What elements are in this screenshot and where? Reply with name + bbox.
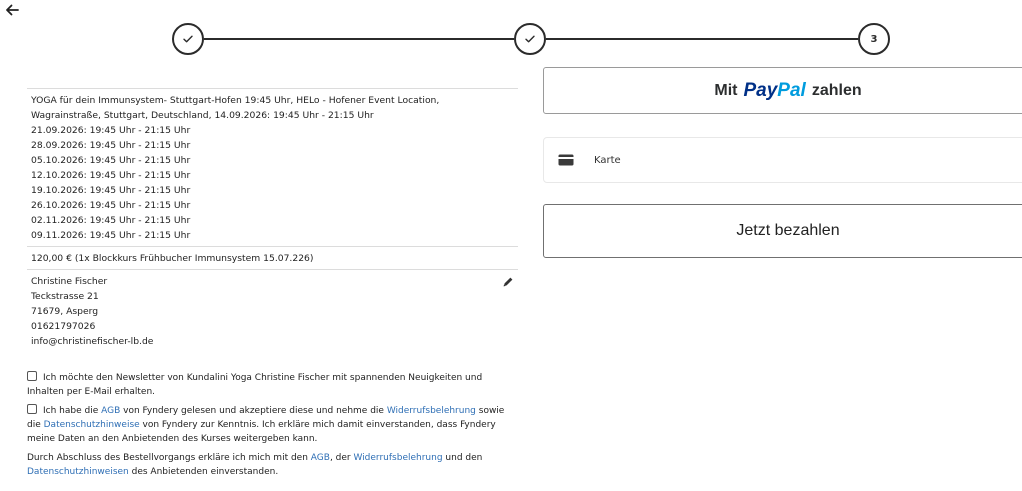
event-line: YOGA für dein Immunsystem- Stuttgart-Hof… <box>31 95 440 106</box>
event-date: 21.09.2026: 19:45 Uhr - 21:15 Uhr <box>31 125 191 136</box>
address-name: Christine Fischer <box>31 276 108 287</box>
datenschutzhinweisen-link[interactable]: Datenschutzhinweisen <box>27 467 129 477</box>
price-line: 120,00 € (1x Blockkurs Frühbucher Immuns… <box>31 253 314 264</box>
event-date: 12.10.2026: 19:45 Uhr - 21:15 Uhr <box>31 170 191 181</box>
address-city: 71679, Asperg <box>31 306 99 317</box>
event-line: Wagrainstraße, Stuttgart, Deutschland, 1… <box>31 110 374 121</box>
back-arrow-icon[interactable] <box>4 2 20 18</box>
check-icon <box>525 35 535 43</box>
card-label: Karte <box>594 154 621 166</box>
event-date: 09.11.2026: 19:45 Uhr - 21:15 Uhr <box>31 230 191 241</box>
checkout-stepper: 3 <box>172 23 890 55</box>
address-street: Teckstrasse 21 <box>31 291 99 302</box>
event-date: 19.10.2026: 19:45 Uhr - 21:15 Uhr <box>31 185 191 196</box>
event-details: YOGA für dein Immunsystem- Stuttgart-Hof… <box>27 88 518 246</box>
event-date: 26.10.2026: 19:45 Uhr - 21:15 Uhr <box>31 200 191 211</box>
terms-text: Ich habe die <box>43 406 102 416</box>
newsletter-checkbox[interactable] <box>27 371 37 381</box>
card-payment-option[interactable]: Karte <box>543 137 1022 183</box>
step-3-number: 3 <box>870 33 878 45</box>
address-email: info@christinefischer-lb.de <box>31 336 154 347</box>
paypal-suffix: zahlen <box>811 81 862 99</box>
terms-checkbox[interactable] <box>27 404 37 414</box>
closing-text: des Anbietenden einverstanden. <box>128 467 279 477</box>
agb-link[interactable]: AGB <box>101 406 120 416</box>
pay-now-button[interactable]: Jetzt bezahlen <box>543 204 1022 258</box>
paypal-prefix: Mit <box>714 81 738 99</box>
edit-address-pencil-icon[interactable] <box>502 276 514 288</box>
credit-card-icon <box>558 154 574 166</box>
paypal-logo: PayPal <box>743 79 806 101</box>
check-icon <box>183 35 193 43</box>
newsletter-consent: Ich möchte den Newsletter von Kundalini … <box>27 371 507 399</box>
widerrufsbelehrung-link[interactable]: Widerrufsbelehrung <box>353 453 442 463</box>
datenschutzhinweise-link[interactable]: Datenschutzhinweise <box>44 420 140 430</box>
terms-text: von Fyndery gelesen und akzeptiere diese… <box>120 406 387 416</box>
step-3-current: 3 <box>858 23 890 55</box>
step-2-complete <box>514 23 546 55</box>
event-date: 05.10.2026: 19:45 Uhr - 21:15 Uhr <box>31 155 191 166</box>
consent-section: Ich möchte den Newsletter von Kundalini … <box>27 371 507 484</box>
step-1-complete <box>172 23 204 55</box>
order-summary: YOGA für dein Immunsystem- Stuttgart-Hof… <box>27 88 518 352</box>
closing-text: und den <box>442 453 483 463</box>
billing-address: Christine Fischer Teckstrasse 21 71679, … <box>27 269 518 352</box>
closing-text: , der <box>329 453 354 463</box>
stepper-connector <box>546 38 858 40</box>
closing-statement: Durch Abschluss des Bestellvorgangs erkl… <box>27 451 507 479</box>
stepper-connector <box>204 38 514 40</box>
newsletter-text: Ich möchte den Newsletter von Kundalini … <box>27 373 483 397</box>
address-phone: 01621797026 <box>31 321 96 332</box>
event-date: 02.11.2026: 19:45 Uhr - 21:15 Uhr <box>31 215 191 226</box>
pay-now-label: Jetzt bezahlen <box>736 222 840 239</box>
terms-consent: Ich habe die AGB von Fyndery gelesen und… <box>27 404 507 446</box>
price-summary: 120,00 € (1x Blockkurs Frühbucher Immuns… <box>27 246 518 269</box>
paypal-button[interactable]: Mit PayPal zahlen <box>543 67 1022 114</box>
closing-text: Durch Abschluss des Bestellvorgangs erkl… <box>27 453 311 463</box>
agb-link[interactable]: AGB <box>311 453 330 463</box>
widerrufsbelehrung-link[interactable]: Widerrufsbelehrung <box>387 406 476 416</box>
event-date: 28.09.2026: 19:45 Uhr - 21:15 Uhr <box>31 140 191 151</box>
